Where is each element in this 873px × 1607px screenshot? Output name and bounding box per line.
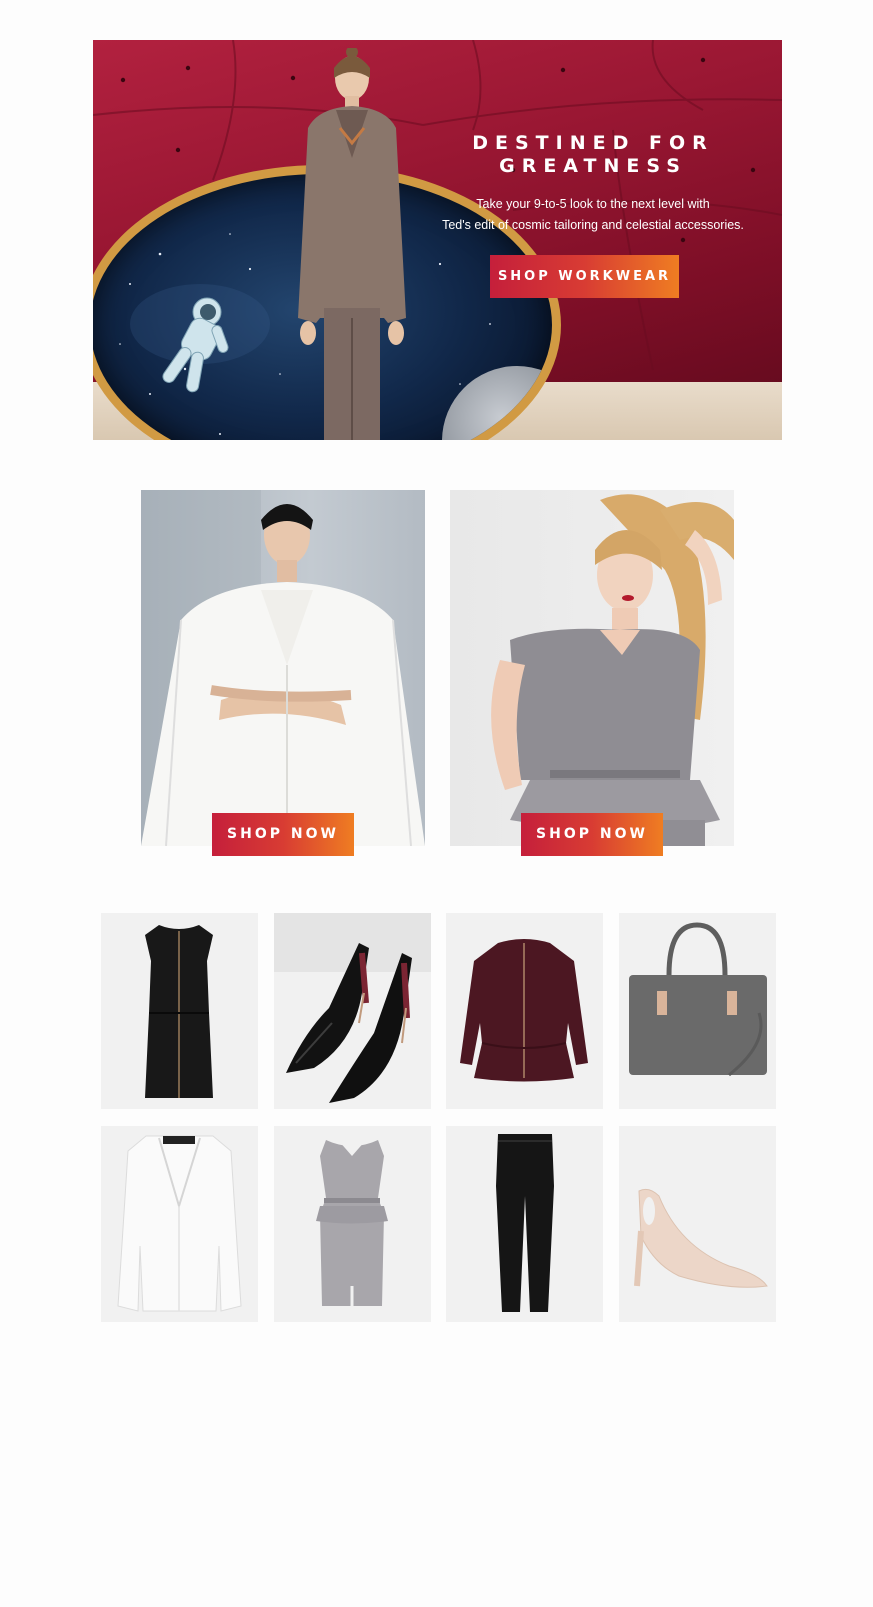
grey-tote-bag-icon: [628, 922, 767, 1077]
shop-now-button-left[interactable]: SHOP NOW: [212, 813, 354, 856]
shop-workwear-button[interactable]: SHOP WORKWEAR: [490, 255, 679, 298]
white-cape-jacket-model-image: [141, 490, 425, 846]
promo-tile-peplum-dress[interactable]: SHOP NOW: [450, 490, 734, 856]
product-tile-black-trousers[interactable]: [446, 1126, 603, 1322]
black-zip-dress-icon: [145, 925, 213, 1098]
shop-now-button-right[interactable]: SHOP NOW: [521, 813, 663, 856]
nude-cutout-heels-icon: [633, 1188, 768, 1288]
burgundy-peplum-jacket-icon: [460, 939, 588, 1082]
grey-peplum-dress-model-image: [450, 490, 734, 846]
product-tile-grey-tote[interactable]: [618, 913, 776, 1109]
black-trousers-icon: [496, 1134, 554, 1312]
product-tile-burgundy-jacket[interactable]: [446, 913, 603, 1109]
cape-jacket-model-icon: [141, 490, 425, 846]
white-blazer-icon: [117, 1135, 242, 1312]
product-tile-white-blazer[interactable]: [101, 1126, 258, 1322]
product-grid: [101, 913, 776, 1322]
grey-peplum-dress-icon: [315, 1140, 388, 1306]
hero-copy: DESTINED FOR GREATNESS Take your 9-to-5 …: [423, 132, 763, 236]
astronaut-illustration: [162, 297, 229, 393]
product-tile-grey-dress[interactable]: [273, 1126, 431, 1322]
hero-banner[interactable]: DESTINED FOR GREATNESS Take your 9-to-5 …: [93, 40, 782, 440]
hero-model-figure: [298, 48, 406, 440]
promo-tile-cape-jacket[interactable]: SHOP NOW: [141, 490, 425, 856]
product-tile-nude-heels[interactable]: [618, 1126, 776, 1322]
black-patent-heels-icon: [285, 943, 412, 1103]
product-tile-black-dress[interactable]: [101, 913, 258, 1109]
peplum-dress-model-icon: [491, 494, 734, 846]
hero-headline: DESTINED FOR GREATNESS: [472, 132, 714, 177]
product-tile-black-heels[interactable]: [273, 913, 431, 1109]
hero-subtext: Take your 9-to-5 look to the next level …: [442, 197, 744, 232]
